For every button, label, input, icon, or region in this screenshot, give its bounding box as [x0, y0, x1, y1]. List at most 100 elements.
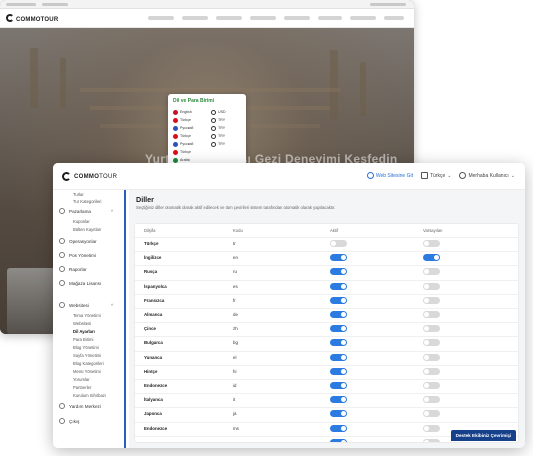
popup-currency-option[interactable]: TRY	[211, 116, 226, 124]
website-menu-item[interactable]	[148, 16, 174, 20]
default-toggle[interactable]	[423, 296, 440, 304]
toggle-knob	[331, 241, 336, 246]
toggle-knob	[341, 439, 346, 442]
website-menu-item[interactable]	[318, 16, 342, 20]
support-chat-button[interactable]: Destek Ekibiniz Çevrimiçi	[451, 430, 516, 441]
globe-icon	[59, 302, 65, 308]
popup-language-option[interactable]: Türkçe	[173, 116, 193, 124]
default-toggle[interactable]	[423, 339, 440, 347]
active-toggle[interactable]	[330, 396, 347, 404]
website-menu-item[interactable]	[250, 16, 276, 20]
flag-icon	[173, 109, 178, 115]
toggle-knob	[424, 397, 429, 403]
default-toggle[interactable]	[423, 240, 440, 247]
default-toggle[interactable]	[423, 268, 440, 276]
language-code: el	[233, 354, 237, 360]
hero-tour-card[interactable]	[7, 268, 55, 334]
sidebar-item-yardim-merkezi[interactable]: Yardım Merkezi	[59, 403, 101, 409]
sidebar-item-magaza-lisansi[interactable]: Mağaza Lisansı	[59, 280, 101, 286]
sidebar-item-pazarlama[interactable]: Pazarlama ^	[59, 208, 113, 214]
active-toggle[interactable]	[330, 282, 347, 290]
active-toggle[interactable]	[330, 424, 347, 432]
sidebar-subitem-menu-yonetimi[interactable]: Menü Yönetimi	[73, 369, 101, 374]
popup-currency-option[interactable]: USD	[211, 108, 226, 116]
sidebar-subitem-websitesi[interactable]: Websitesi	[73, 321, 91, 326]
toggle-knob	[341, 397, 346, 403]
sidebar-subitem-turlar[interactable]: Turlar	[73, 192, 84, 197]
website-menu-item[interactable]	[182, 16, 208, 20]
admin-logo[interactable]: COMMO TOUR	[62, 172, 117, 181]
default-toggle[interactable]	[423, 311, 440, 318]
language-name: Hintçe	[144, 368, 158, 374]
default-toggle[interactable]	[423, 282, 440, 290]
website-menu-item[interactable]	[350, 16, 376, 20]
active-toggle[interactable]	[330, 311, 347, 318]
popup-currency-option[interactable]: TRY	[211, 140, 226, 148]
active-toggle[interactable]	[330, 438, 347, 442]
popup-language-option[interactable]: English	[173, 108, 193, 116]
active-toggle[interactable]	[330, 296, 347, 304]
sidebar-item-pos-yonetimi[interactable]: Pos Yönetimi	[59, 252, 96, 258]
popup-language-option[interactable]: Türkçe	[173, 132, 193, 140]
language-code: it	[233, 397, 236, 403]
active-toggle[interactable]	[330, 410, 347, 418]
language-code: zh	[233, 326, 238, 332]
table-row: İtalyanca it	[135, 393, 518, 405]
sidebar-subitem-yorumlar[interactable]: Yorumlar	[73, 377, 90, 382]
sidebar-subitem-para-birimi[interactable]: Para Birimi	[73, 337, 93, 342]
default-toggle[interactable]	[423, 325, 440, 333]
popup-language-option[interactable]: Русский	[173, 124, 193, 132]
language-code: es	[233, 283, 238, 289]
sidebar-subitem-tema-yonetimi[interactable]: Tema Yönetimi	[73, 313, 101, 318]
popup-title: Dil ve Para Birimi	[173, 98, 215, 104]
active-toggle[interactable]	[330, 254, 347, 262]
admin-sidebar: Turlar Tur Kategorileri Pazarlama ^ Kupon…	[53, 190, 125, 448]
sidebar-subitem-sayfa-yonetimi[interactable]: Sayfa Yönetimi	[73, 353, 101, 358]
toggle-knob	[341, 354, 346, 360]
language-name: Türkçe	[144, 241, 159, 246]
sidebar-subitem-tur-kategorileri[interactable]: Tur Kategorileri	[73, 199, 101, 204]
currency-icon	[211, 125, 216, 131]
user-menu-label: Merhaba Kullanıcı	[468, 172, 509, 179]
sidebar-subitem-dil-ayarlari[interactable]: Dil Ayarları	[73, 329, 95, 334]
megaphone-icon	[59, 208, 65, 214]
active-toggle[interactable]	[330, 240, 347, 247]
popup-language-option[interactable]: Русский	[173, 140, 193, 148]
default-toggle[interactable]	[423, 410, 440, 418]
go-to-website-link[interactable]: Web Sitesine Git	[366, 172, 413, 179]
sidebar-item-raporlar[interactable]: Raporlar	[59, 266, 87, 272]
sidebar-item-websitesi[interactable]: Websitesi ^	[59, 302, 113, 308]
popup-currency-option[interactable]: TRY	[211, 124, 226, 132]
active-toggle[interactable]	[330, 339, 347, 347]
toggle-knob	[341, 411, 346, 417]
sidebar-subitem-partnerler[interactable]: Partnerler	[73, 385, 91, 390]
table-row: Bulgarca bg	[135, 336, 518, 348]
popup-currency-option[interactable]: TRY	[211, 132, 226, 140]
active-toggle[interactable]	[330, 353, 347, 361]
default-toggle[interactable]	[423, 424, 440, 432]
default-toggle[interactable]	[423, 353, 440, 361]
default-toggle[interactable]	[423, 438, 440, 442]
sidebar-item-operasyonlar[interactable]: Operasyonlar	[59, 238, 97, 244]
website-menu-item[interactable]	[384, 16, 404, 20]
default-toggle[interactable]	[423, 396, 440, 404]
website-menu-item[interactable]	[216, 16, 242, 20]
sidebar-item-cikis[interactable]: Çıkış	[59, 418, 79, 424]
active-toggle[interactable]	[330, 367, 347, 375]
language-name: Çince	[144, 326, 156, 332]
website-menu-item[interactable]	[284, 16, 310, 20]
language-selector[interactable]: Türkçe ⌄	[421, 172, 451, 179]
user-menu[interactable]: Merhaba Kullanıcı ⌄	[459, 172, 515, 179]
sidebar-subitem-bulten-kayitlari[interactable]: Bülten Kayıtları	[73, 227, 101, 232]
sidebar-subitem-kurulum-sihirbazi[interactable]: Kurulum Sihirbazı	[73, 393, 106, 398]
default-toggle[interactable]	[423, 367, 440, 375]
active-toggle[interactable]	[330, 382, 347, 389]
default-toggle[interactable]	[423, 382, 440, 389]
sidebar-subitem-kuponlar[interactable]: Kuponlar	[73, 219, 90, 224]
sidebar-subitem-blog-kategorileri[interactable]: Blog Kategorileri	[73, 361, 104, 366]
sidebar-subitem-blog-yonetimi[interactable]: Blog Yönetimi	[73, 345, 99, 350]
active-toggle[interactable]	[330, 268, 347, 276]
default-toggle[interactable]	[423, 254, 440, 262]
active-toggle[interactable]	[330, 325, 347, 333]
popup-language-option[interactable]: Türkçe	[173, 148, 193, 156]
